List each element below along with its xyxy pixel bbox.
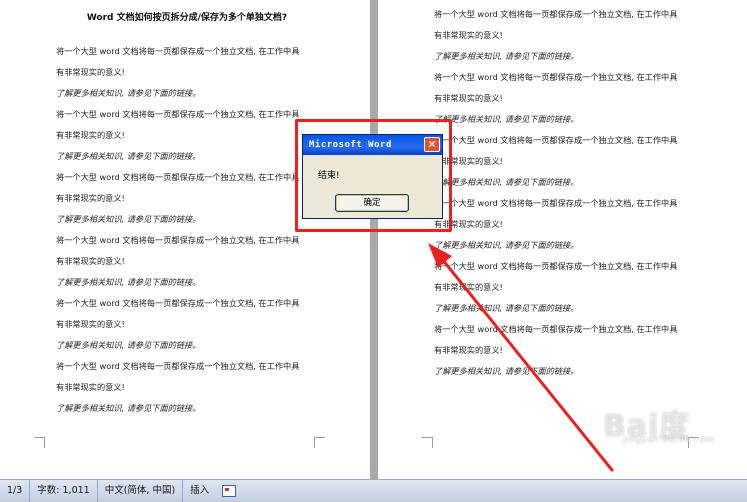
page-indicator[interactable]: 1/3 [0, 479, 31, 502]
insert-mode[interactable]: 插入 [183, 480, 216, 502]
watermark-url: jingyan.baidu.com [623, 435, 715, 445]
language-indicator[interactable]: 中文(简体, 中国) [98, 479, 184, 502]
status-bar: 1/3 字数: 1,011 中文(简体, 中国) 插入 [0, 479, 747, 502]
word-count[interactable]: 字数: 1,011 [30, 479, 98, 502]
macro-record-icon[interactable] [222, 484, 237, 497]
watermark: Bai度 jingyan.baidu.com [593, 401, 733, 451]
document-workspace: Word 文档如何按页拆分成/保存为多个单独文档? 将一个大型 word 文档将… [0, 0, 747, 479]
